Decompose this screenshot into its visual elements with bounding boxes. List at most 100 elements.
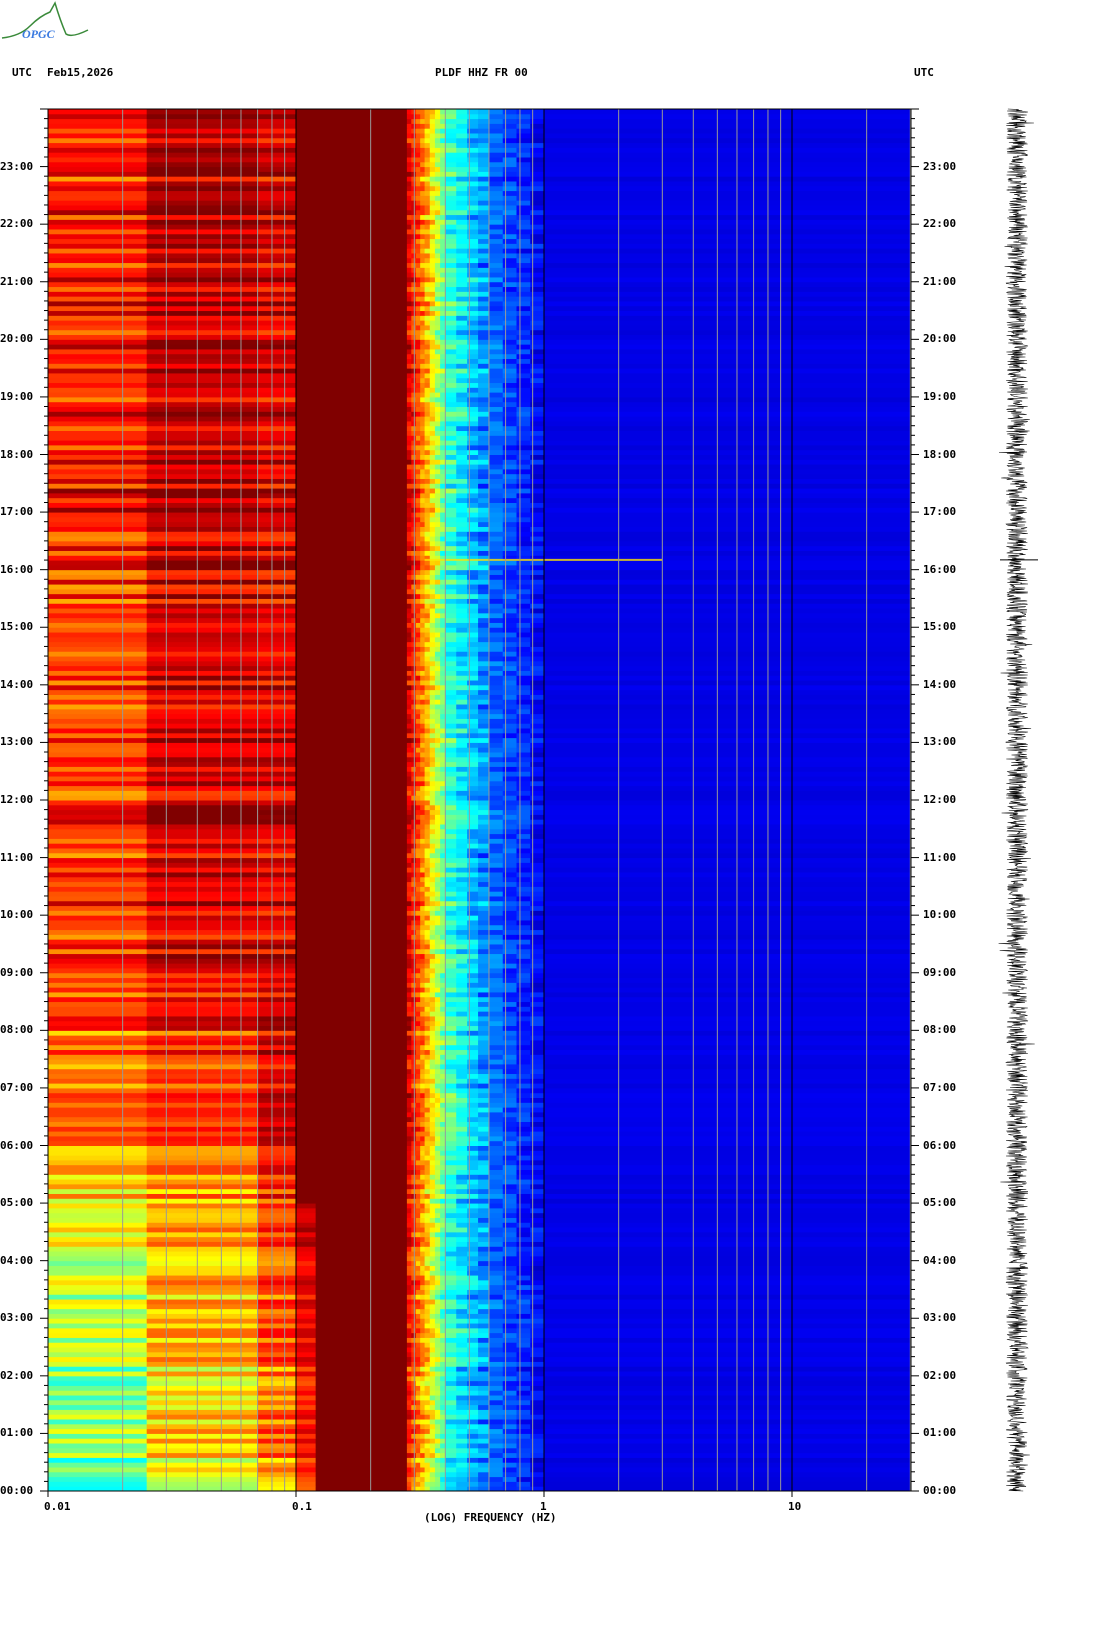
spectrogram-cell	[488, 1207, 504, 1214]
spectrogram-cell	[257, 430, 297, 436]
spectrogram-cell	[516, 953, 531, 959]
spectrogram-cell	[257, 550, 297, 556]
spectrogram-cell	[406, 953, 412, 959]
spectrogram-cell	[434, 838, 441, 844]
spectrogram-cell	[544, 1227, 911, 1233]
spectrogram-cell	[434, 1049, 441, 1055]
spectrogram-cell	[420, 420, 426, 427]
spectrogram-cell	[406, 948, 412, 955]
spectrogram-cell	[434, 915, 441, 921]
spectrogram-cell	[456, 646, 468, 652]
spectrogram-cell	[315, 1251, 408, 1257]
spectrogram-cell	[445, 987, 457, 993]
spectrogram-cell	[544, 584, 911, 590]
spectrogram-cell	[502, 1217, 517, 1223]
spectrogram-cell	[502, 1011, 517, 1017]
spectrogram-cell	[488, 1246, 504, 1252]
spectrogram-cell	[411, 1217, 417, 1223]
spectrogram-cell	[415, 1467, 421, 1473]
spectrogram-cell	[415, 723, 421, 729]
spectrogram-cell	[415, 1131, 421, 1137]
spectrogram-cell	[424, 1270, 431, 1276]
spectrogram-cell	[434, 967, 441, 974]
spectrogram-cell	[315, 828, 408, 835]
spectrogram-cell	[420, 982, 426, 988]
spectrogram-cell	[502, 1044, 517, 1051]
spectrogram-cell	[415, 1347, 421, 1353]
spectrogram-cell	[315, 1111, 408, 1118]
spectrogram-cell	[415, 1303, 421, 1310]
spectrogram-cell	[406, 1227, 412, 1233]
spectrogram-cell	[478, 1414, 490, 1420]
spectrogram-cell	[296, 670, 317, 676]
spectrogram-cell	[516, 694, 531, 700]
spectrogram-cell	[478, 910, 490, 916]
spectrogram-cell	[296, 588, 317, 595]
spectrogram-cell	[415, 1255, 421, 1262]
spectrogram-cell	[415, 1083, 421, 1089]
spectrogram-cell	[315, 704, 408, 710]
spectrogram-cell	[429, 603, 436, 609]
spectrogram-cell	[456, 1476, 468, 1482]
spectrogram-cell	[456, 1044, 468, 1051]
spectrogram-cell	[420, 699, 426, 705]
spectrogram-cell	[544, 1241, 911, 1247]
spectrogram-cell	[296, 1395, 317, 1401]
spectrogram-cell	[411, 1255, 417, 1262]
spectrogram-cell	[424, 1078, 431, 1084]
spectrogram-cell	[434, 953, 441, 959]
spectrogram-cell	[48, 958, 148, 964]
spectrogram-cell	[415, 1419, 421, 1425]
spectrogram-cell	[516, 665, 531, 671]
spectrogram-cell	[415, 1068, 421, 1075]
spectrogram-cell	[456, 852, 468, 859]
spectrogram-cell	[478, 1299, 490, 1305]
spectrogram-cell	[406, 800, 412, 806]
spectrogram-cell	[456, 1217, 468, 1223]
spectrogram-cell	[296, 1222, 317, 1228]
spectrogram-cell	[445, 680, 457, 686]
spectrogram-cell	[456, 459, 468, 465]
spectrogram-cell	[456, 871, 468, 878]
spectrogram-cell	[420, 1380, 426, 1386]
spectrogram-cell	[411, 1366, 417, 1372]
spectrogram-cell	[296, 1035, 317, 1041]
spectrogram-cell	[415, 1366, 421, 1372]
spectrogram-cell	[406, 900, 412, 907]
spectrogram-cell	[434, 1438, 441, 1444]
spectrogram-cell	[502, 617, 517, 623]
spectrogram-cell	[257, 704, 297, 710]
spectrogram-cell	[406, 627, 412, 633]
spectrogram-cell	[478, 574, 490, 580]
spectrogram-cell	[48, 1059, 148, 1065]
spectrogram-cell	[315, 1395, 408, 1401]
spectrogram-cell	[544, 1015, 911, 1022]
spectrogram-cell	[257, 468, 297, 475]
spectrogram-cell	[420, 1092, 426, 1099]
spectrogram-cell	[424, 953, 431, 959]
spectrogram-cell	[544, 574, 911, 580]
spectrogram-cell	[424, 574, 431, 580]
spectrogram-cell	[516, 584, 531, 590]
spectrogram-cell	[434, 1231, 441, 1238]
spectrogram-cell	[478, 1159, 490, 1166]
spectrogram-cell	[420, 1111, 426, 1118]
spectrogram-cell	[544, 967, 911, 974]
spectrogram-cell	[257, 483, 297, 489]
spectrogram-cell	[429, 569, 436, 575]
spectrogram-cell	[415, 694, 421, 700]
spectrogram-cell	[257, 608, 297, 614]
spectrogram-cell	[48, 771, 148, 777]
spectrogram-cell	[415, 531, 421, 537]
spectrogram-cell	[420, 680, 426, 686]
spectrogram-cell	[257, 828, 297, 835]
spectrogram-cell	[488, 1092, 504, 1099]
spectrogram-cell	[48, 1414, 148, 1420]
spectrogram-cell	[456, 579, 468, 585]
spectrogram-cell	[429, 967, 436, 974]
spectrogram-cell	[445, 1068, 457, 1075]
spectrogram-cell	[420, 684, 426, 691]
spectrogram-cell	[456, 967, 468, 974]
spectrogram-cell	[257, 670, 297, 676]
spectrogram-cell	[502, 809, 517, 815]
